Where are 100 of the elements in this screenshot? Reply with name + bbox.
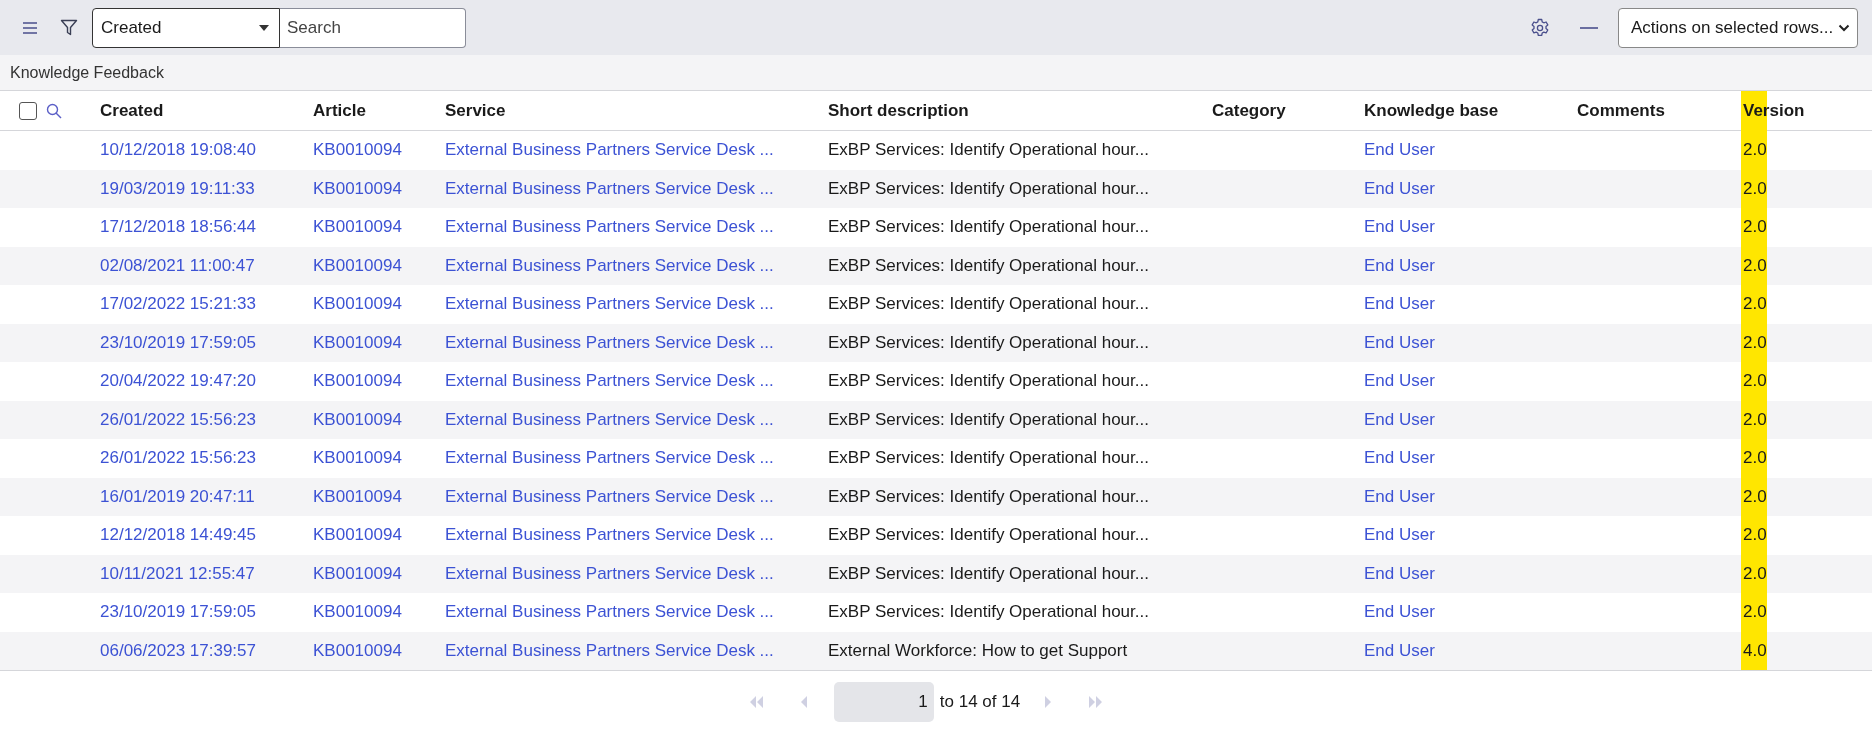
- minimize-icon[interactable]: [1580, 25, 1598, 30]
- service-link[interactable]: External Business Partners Service Desk ...: [445, 140, 774, 161]
- table-cell: ExBP Services: Identify Operational hour...: [828, 255, 1149, 276]
- knowledge-base-link[interactable]: End User: [1364, 294, 1435, 315]
- created-link[interactable]: 26/01/2022 15:56:23: [100, 409, 256, 430]
- knowledge-base-link[interactable]: End User: [1364, 178, 1435, 199]
- page-number-field[interactable]: 1: [833, 682, 934, 722]
- article-link[interactable]: KB0010094: [313, 448, 402, 469]
- column-header[interactable]: Knowledge base: [1364, 100, 1499, 121]
- table-cell: ExBP Services: Identify Operational hour...: [828, 602, 1149, 623]
- created-link[interactable]: 17/02/2022 15:21:33: [100, 294, 256, 315]
- table-cell: 2.0: [1743, 563, 1767, 584]
- article-link[interactable]: KB0010094: [313, 140, 402, 161]
- service-link[interactable]: External Business Partners Service Desk ...: [445, 640, 774, 661]
- created-link[interactable]: 06/06/2023 17:39:57: [100, 640, 256, 661]
- table-cell: ExBP Services: Identify Operational hour...: [828, 140, 1149, 161]
- knowledge-base-link[interactable]: End User: [1364, 640, 1435, 661]
- service-link[interactable]: External Business Partners Service Desk ...: [445, 525, 774, 546]
- article-link[interactable]: KB0010094: [313, 486, 402, 507]
- created-link[interactable]: 10/12/2018 19:08:40: [100, 140, 256, 161]
- article-link[interactable]: KB0010094: [313, 371, 402, 392]
- search-icon[interactable]: [46, 102, 62, 119]
- table-cell: 2.0: [1743, 409, 1767, 430]
- menu-icon[interactable]: [22, 21, 38, 34]
- column-header[interactable]: Article: [313, 100, 366, 121]
- table-cell: 2.0: [1743, 371, 1767, 392]
- knowledge-base-link[interactable]: End User: [1364, 602, 1435, 623]
- column-header[interactable]: Short description: [828, 100, 969, 121]
- column-header[interactable]: Service: [445, 100, 506, 121]
- table-cell: 2.0: [1743, 332, 1767, 353]
- column-header[interactable]: Comments: [1577, 100, 1665, 121]
- article-link[interactable]: KB0010094: [313, 640, 402, 661]
- article-link[interactable]: KB0010094: [313, 563, 402, 584]
- table-cell: 2.0: [1743, 178, 1767, 199]
- created-link[interactable]: 12/12/2018 14:49:45: [100, 525, 256, 546]
- column-header[interactable]: Category: [1212, 100, 1286, 121]
- table-cell: 4.0: [1743, 640, 1767, 661]
- table-cell: ExBP Services: Identify Operational hour...: [828, 448, 1149, 469]
- created-link[interactable]: 17/12/2018 18:56:44: [100, 217, 256, 238]
- created-link[interactable]: 20/04/2022 19:47:20: [100, 371, 256, 392]
- table-cell: 2.0: [1743, 217, 1767, 238]
- article-link[interactable]: KB0010094: [313, 332, 402, 353]
- table-cell: 2.0: [1743, 448, 1767, 469]
- knowledge-base-link[interactable]: End User: [1364, 525, 1435, 546]
- knowledge-base-link[interactable]: End User: [1364, 332, 1435, 353]
- knowledge-base-link[interactable]: End User: [1364, 140, 1435, 161]
- article-link[interactable]: KB0010094: [313, 255, 402, 276]
- field-select[interactable]: Created: [92, 7, 280, 48]
- table-cell: ExBP Services: Identify Operational hour...: [828, 294, 1149, 315]
- table-cell: 2.0: [1743, 255, 1767, 276]
- service-link[interactable]: External Business Partners Service Desk ...: [445, 217, 774, 238]
- select-all-checkbox[interactable]: [19, 101, 37, 120]
- table-cell: 2.0: [1743, 486, 1767, 507]
- filter-icon[interactable]: [60, 18, 78, 37]
- knowledge-base-link[interactable]: End User: [1364, 409, 1435, 430]
- table-cell: 2.0: [1743, 140, 1767, 161]
- created-link[interactable]: 02/08/2021 11:00:47: [100, 255, 255, 276]
- caret-icon: [259, 24, 269, 31]
- table-cell: 2.0: [1743, 525, 1767, 546]
- knowledge-base-link[interactable]: End User: [1364, 255, 1435, 276]
- article-link[interactable]: KB0010094: [313, 217, 402, 238]
- service-link[interactable]: External Business Partners Service Desk ...: [445, 448, 774, 469]
- settings-icon[interactable]: [1530, 17, 1550, 38]
- article-link[interactable]: KB0010094: [313, 602, 402, 623]
- column-header[interactable]: Created: [100, 100, 164, 121]
- knowledge-base-link[interactable]: End User: [1364, 448, 1435, 469]
- service-link[interactable]: External Business Partners Service Desk ...: [445, 371, 774, 392]
- knowledge-base-link[interactable]: End User: [1364, 371, 1435, 392]
- table-cell: ExBP Services: Identify Operational hour...: [828, 486, 1149, 507]
- created-link[interactable]: 16/01/2019 20:47:11: [100, 486, 255, 507]
- article-link[interactable]: KB0010094: [313, 178, 402, 199]
- service-link[interactable]: External Business Partners Service Desk ...: [445, 178, 774, 199]
- knowledge-base-link[interactable]: End User: [1364, 217, 1435, 238]
- table-cell: ExBP Services: Identify Operational hour...: [828, 217, 1149, 238]
- created-link[interactable]: 23/10/2019 17:59:05: [100, 332, 256, 353]
- service-link[interactable]: External Business Partners Service Desk ...: [445, 409, 774, 430]
- article-link[interactable]: KB0010094: [313, 525, 402, 546]
- service-link[interactable]: External Business Partners Service Desk ...: [445, 486, 774, 507]
- actions-select[interactable]: Actions on selected rows...: [1618, 7, 1858, 48]
- created-link[interactable]: 23/10/2019 17:59:05: [100, 602, 256, 623]
- table-cell: External Workforce: How to get Support: [828, 640, 1128, 661]
- table-cell: ExBP Services: Identify Operational hour...: [828, 332, 1149, 353]
- service-link[interactable]: External Business Partners Service Desk ...: [445, 563, 774, 584]
- article-link[interactable]: KB0010094: [313, 409, 402, 430]
- table-cell: ExBP Services: Identify Operational hour...: [828, 563, 1149, 584]
- table-cell: ExBP Services: Identify Operational hour...: [828, 409, 1149, 430]
- table-cell: ExBP Services: Identify Operational hour...: [828, 525, 1149, 546]
- service-link[interactable]: External Business Partners Service Desk ...: [445, 294, 774, 315]
- service-link[interactable]: External Business Partners Service Desk ...: [445, 332, 774, 353]
- search-field[interactable]: Search: [280, 7, 466, 48]
- knowledge-base-link[interactable]: End User: [1364, 486, 1435, 507]
- created-link[interactable]: 19/03/2019 19:11:33: [100, 178, 255, 199]
- table-cell: ExBP Services: Identify Operational hour...: [828, 371, 1149, 392]
- page-range-text: to 14 of 14: [939, 692, 1021, 712]
- service-link[interactable]: External Business Partners Service Desk ...: [445, 255, 774, 276]
- service-link[interactable]: External Business Partners Service Desk ...: [445, 602, 774, 623]
- created-link[interactable]: 10/11/2021 12:55:47: [100, 563, 255, 584]
- knowledge-base-link[interactable]: End User: [1364, 563, 1435, 584]
- created-link[interactable]: 26/01/2022 15:56:23: [100, 448, 256, 469]
- article-link[interactable]: KB0010094: [313, 294, 402, 315]
